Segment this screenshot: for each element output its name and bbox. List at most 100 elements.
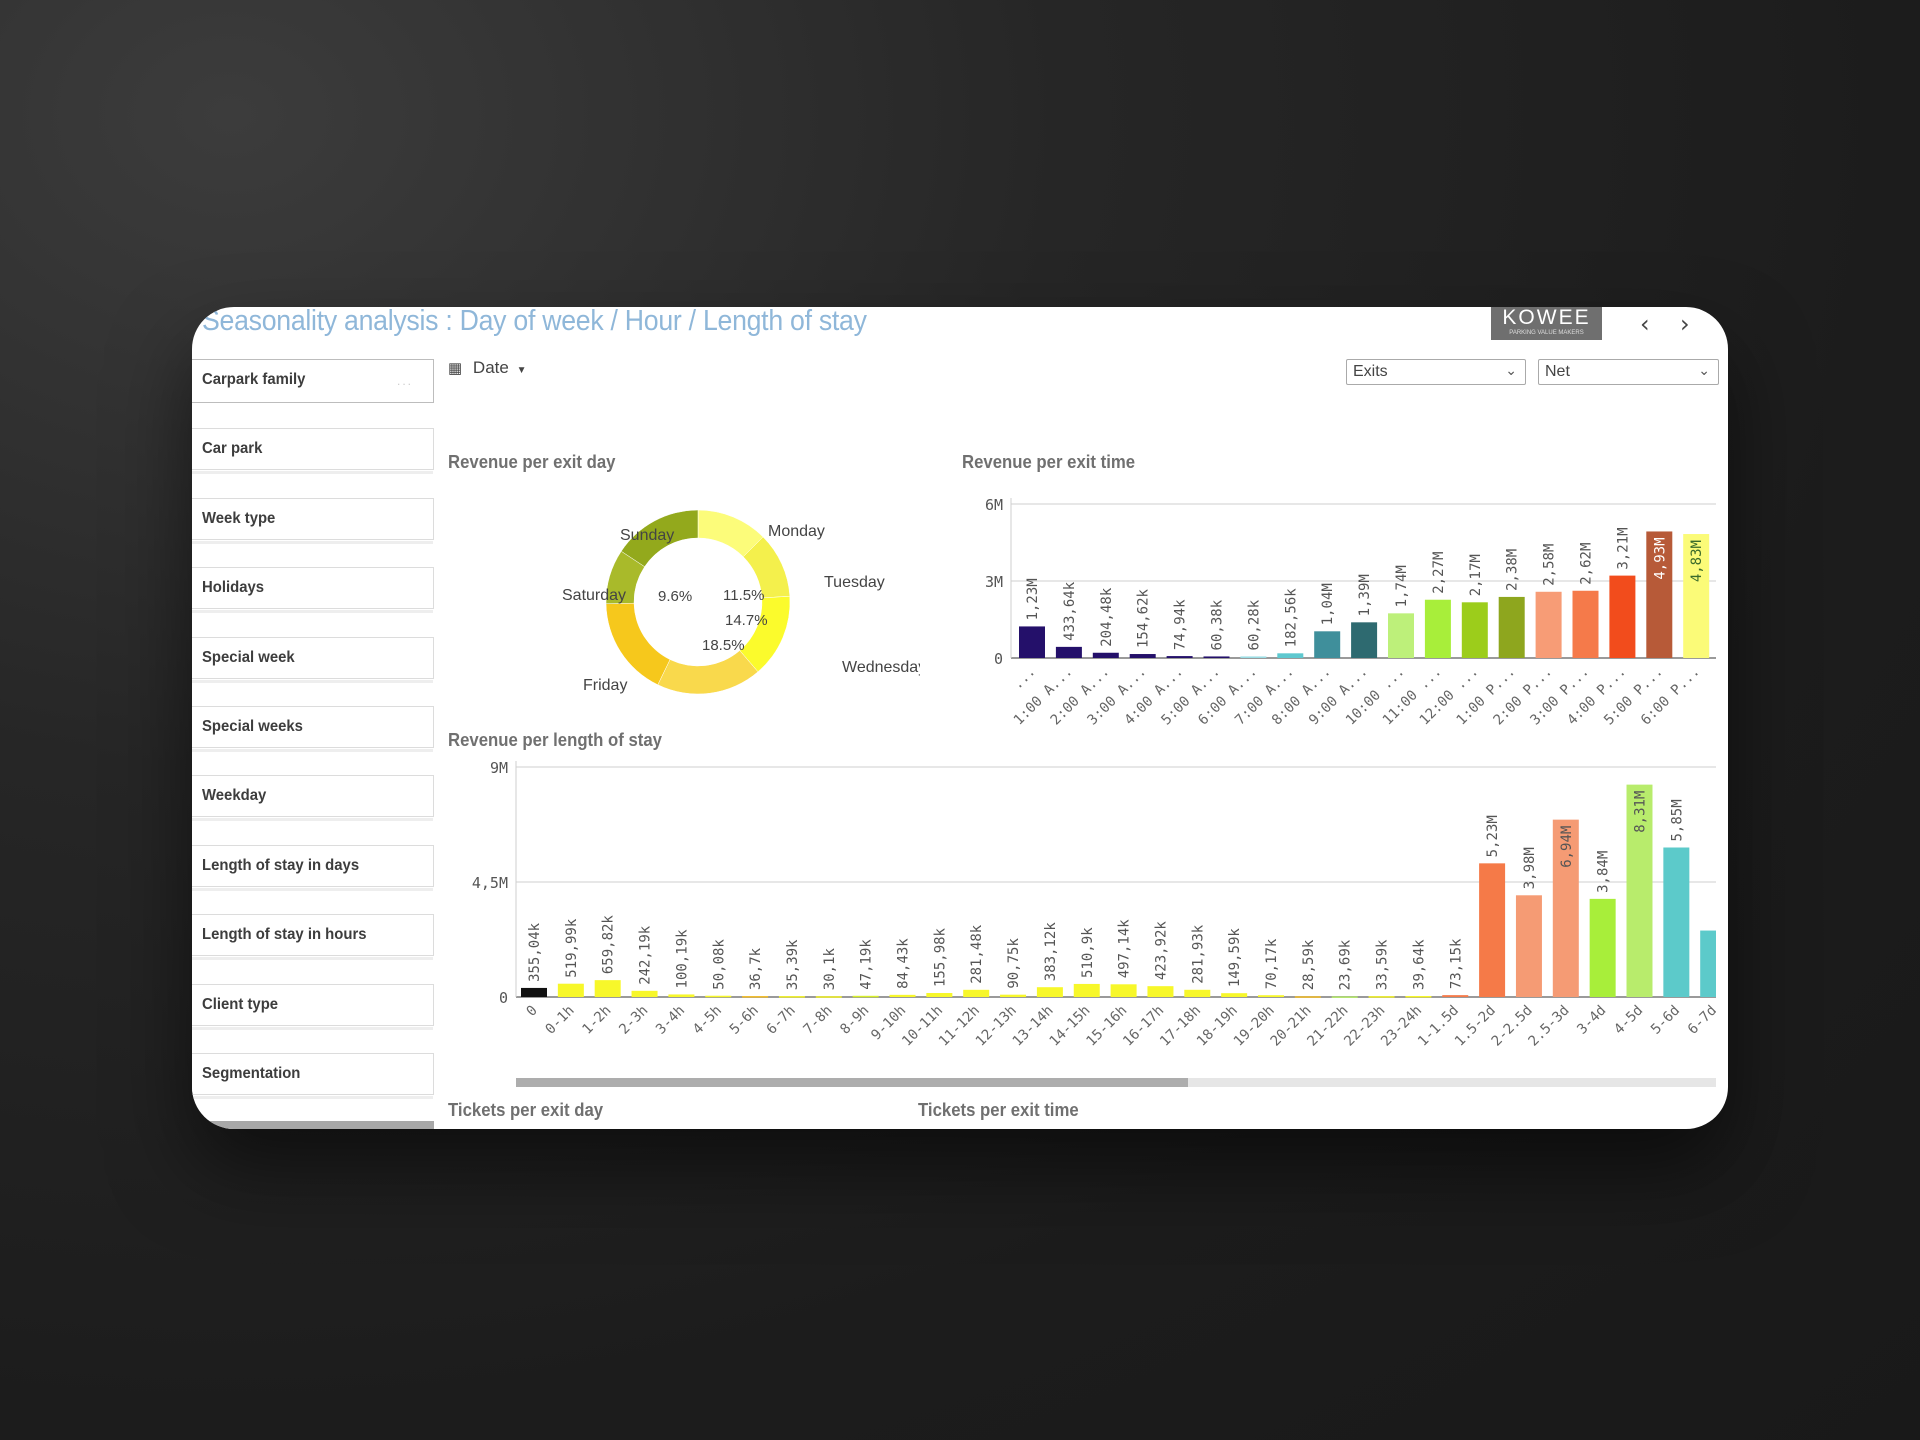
sidebar-filter-length-of-stay-in-days[interactable]: Length of stay in days bbox=[192, 844, 434, 891]
bar[interactable] bbox=[1461, 602, 1488, 658]
data-label: 6,94M bbox=[1559, 826, 1575, 868]
sidebar-filter-special-weeks[interactable]: Special weeks bbox=[192, 706, 434, 752]
measure-select-value: Exits bbox=[1353, 363, 1388, 380]
bar[interactable] bbox=[1294, 996, 1321, 998]
filter-label: Special week bbox=[202, 648, 295, 666]
data-label: 100,19k bbox=[674, 929, 690, 989]
bar[interactable] bbox=[963, 989, 990, 997]
bar[interactable] bbox=[1609, 575, 1636, 658]
sidebar-filter-client-type[interactable]: Client type bbox=[192, 983, 434, 1030]
bar[interactable] bbox=[742, 996, 769, 998]
x-tick-label: 3-4d bbox=[1574, 1003, 1609, 1038]
bar[interactable] bbox=[668, 994, 695, 997]
data-label: 3,84M bbox=[1596, 851, 1612, 893]
x-tick-label: 2.5-3d bbox=[1526, 1003, 1573, 1050]
filter-underline bbox=[192, 471, 433, 475]
sidebar-filter-weekday[interactable]: Weekday bbox=[192, 775, 434, 822]
bar[interactable] bbox=[1479, 863, 1506, 997]
bar[interactable] bbox=[1535, 591, 1562, 658]
bar[interactable] bbox=[1572, 590, 1599, 658]
bar[interactable] bbox=[1221, 993, 1248, 997]
bar[interactable] bbox=[1424, 599, 1451, 658]
sidebar-filter-segmentation[interactable]: Segmentation bbox=[192, 1053, 434, 1099]
bar[interactable] bbox=[1331, 996, 1358, 998]
x-tick-label: 0-1h bbox=[543, 1003, 578, 1038]
type-select[interactable]: Net ⌄ bbox=[1538, 359, 1719, 385]
bar[interactable] bbox=[557, 983, 584, 997]
data-label: 3,98M bbox=[1522, 847, 1538, 889]
more-options-icon[interactable]: ... bbox=[397, 374, 413, 388]
slice-label-friday: Friday bbox=[583, 677, 627, 694]
data-label: 1,04M bbox=[1320, 583, 1336, 625]
donut-slice-thursday[interactable] bbox=[657, 650, 759, 695]
bar[interactable] bbox=[778, 996, 805, 998]
sidebar-filter-week-type[interactable]: Week type bbox=[192, 497, 434, 544]
x-tick-label: 6-7h bbox=[764, 1003, 799, 1038]
slice-label-monday: Monday bbox=[768, 523, 825, 540]
measure-select[interactable]: Exits ⌄ bbox=[1346, 359, 1526, 385]
chevron-left-icon[interactable]: ‹ bbox=[1640, 310, 1650, 338]
bar[interactable] bbox=[1019, 626, 1045, 658]
chart-title-revenue-length-of-stay: Revenue per length of stay bbox=[448, 730, 662, 750]
bar[interactable] bbox=[521, 987, 547, 997]
bar[interactable] bbox=[926, 993, 953, 997]
bar[interactable] bbox=[1314, 631, 1341, 658]
bar[interactable] bbox=[1092, 652, 1119, 658]
slice-pct-saturday: 9.6% bbox=[658, 588, 692, 605]
chart-title-revenue-exit-day: Revenue per exit day bbox=[448, 452, 616, 472]
sidebar-filter-carpark-family[interactable]: Carpark family... bbox=[192, 359, 434, 403]
date-picker-button[interactable]: ▦ Date ▼ bbox=[448, 358, 526, 378]
data-label: 433,64k bbox=[1062, 581, 1078, 641]
bar[interactable] bbox=[1277, 653, 1304, 658]
bar[interactable] bbox=[1166, 656, 1193, 658]
x-tick-label: 0 bbox=[524, 1003, 541, 1020]
sidebar-filter-length-of-stay-in-hours[interactable]: Length of stay in hours bbox=[192, 914, 434, 961]
bar[interactable] bbox=[852, 995, 879, 998]
data-label: 383,12k bbox=[1043, 922, 1059, 982]
bar[interactable] bbox=[1036, 987, 1063, 997]
bar[interactable] bbox=[889, 994, 916, 997]
y-tick-label: 3M bbox=[985, 573, 1003, 591]
bar[interactable] bbox=[1129, 654, 1156, 658]
bar[interactable] bbox=[1498, 596, 1525, 658]
bar[interactable] bbox=[1258, 995, 1284, 997]
bar[interactable] bbox=[1110, 984, 1137, 997]
logo-tagline: PARKING VALUE MAKERS bbox=[1509, 330, 1584, 336]
bar[interactable] bbox=[1351, 622, 1378, 658]
data-label: 47,19k bbox=[859, 939, 875, 990]
sidebar-filter-special-week[interactable]: Special week bbox=[192, 636, 434, 683]
bar[interactable] bbox=[1203, 656, 1230, 658]
bar[interactable] bbox=[1589, 898, 1616, 997]
bar[interactable] bbox=[1073, 983, 1100, 997]
sidebar-filter-car-park[interactable]: Car park bbox=[192, 428, 434, 475]
data-label: 73,15k bbox=[1448, 938, 1464, 989]
bar[interactable] bbox=[594, 980, 621, 997]
sidebar-filter-holidays[interactable]: Holidays bbox=[192, 567, 434, 614]
bar[interactable] bbox=[1388, 613, 1414, 658]
filter-underline bbox=[192, 1026, 433, 1030]
x-tick-label: 5-6h bbox=[727, 1003, 762, 1038]
bar[interactable] bbox=[1368, 996, 1395, 998]
bar[interactable] bbox=[815, 996, 842, 998]
chart-scrollbar-thumb[interactable] bbox=[516, 1078, 1188, 1087]
data-label: 2,58M bbox=[1542, 544, 1558, 586]
type-select-value: Net bbox=[1545, 363, 1570, 380]
chevron-right-icon[interactable]: › bbox=[1680, 310, 1690, 338]
filter-label: Length of stay in days bbox=[202, 856, 360, 874]
donut-slice-friday[interactable] bbox=[605, 602, 671, 686]
bar[interactable] bbox=[1442, 995, 1469, 997]
bar[interactable] bbox=[1663, 847, 1690, 998]
bar[interactable] bbox=[1184, 989, 1211, 997]
bar[interactable] bbox=[1515, 895, 1542, 997]
bar[interactable] bbox=[1240, 656, 1267, 658]
bar[interactable] bbox=[1147, 986, 1174, 997]
bar[interactable] bbox=[1700, 930, 1726, 997]
slice-label-tuesday: Tuesday bbox=[824, 574, 885, 591]
data-label: 1,23M bbox=[1025, 578, 1041, 620]
bar[interactable] bbox=[705, 995, 732, 998]
sidebar-scrollbar[interactable] bbox=[192, 1121, 434, 1129]
bar[interactable] bbox=[1405, 995, 1432, 998]
bar[interactable] bbox=[631, 990, 658, 997]
bar[interactable] bbox=[1000, 994, 1027, 997]
bar[interactable] bbox=[1055, 646, 1082, 658]
